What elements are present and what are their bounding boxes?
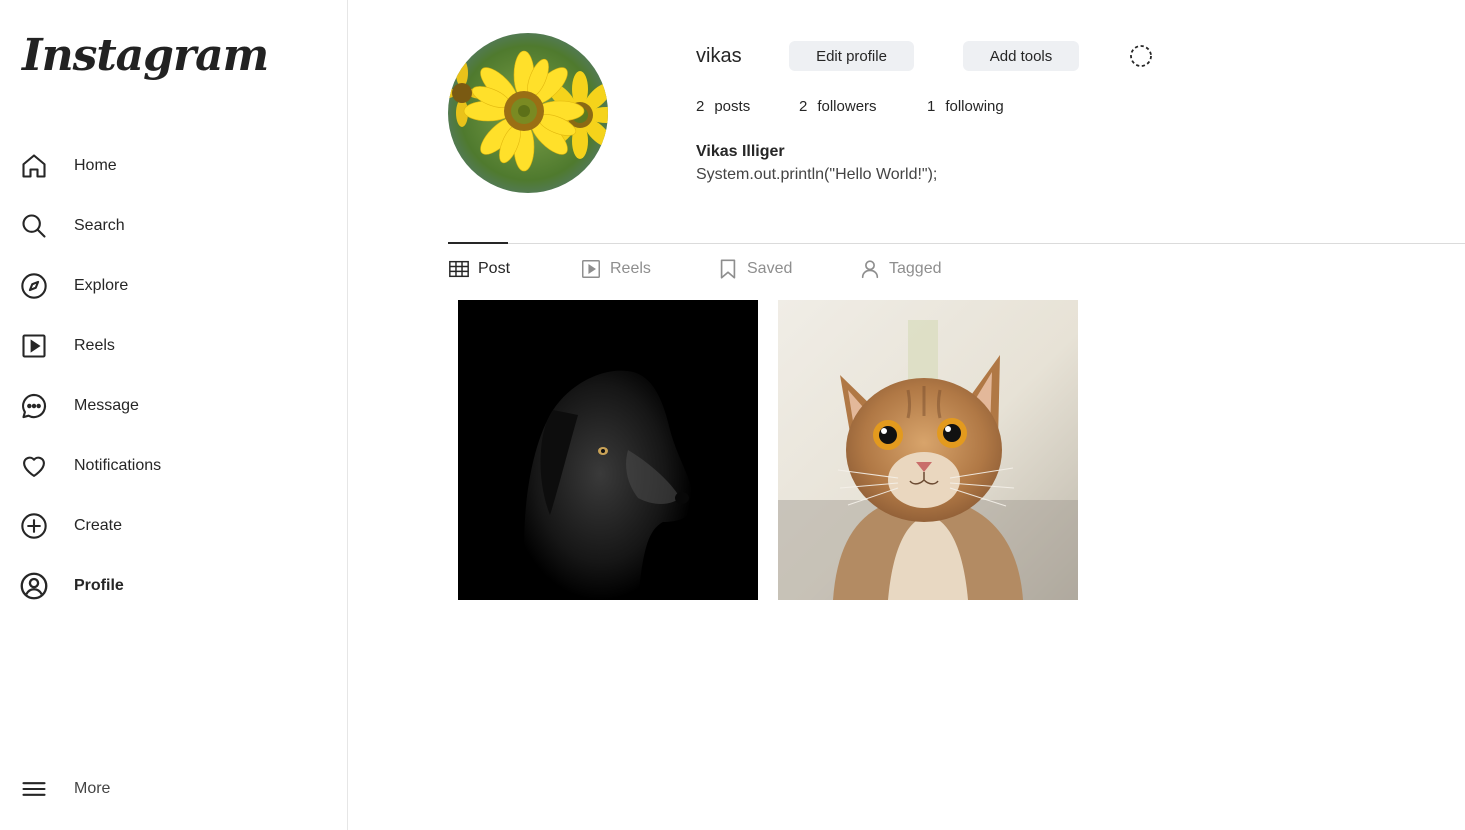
compass-icon: [20, 272, 48, 300]
sidebar-item-label: Home: [74, 157, 117, 174]
sidebar-item-label: Explore: [74, 277, 129, 294]
tab-label: Saved: [747, 260, 793, 277]
sidebar-item-profile[interactable]: Profile: [20, 566, 320, 606]
plus-circle-icon: [20, 512, 48, 540]
tab-reels[interactable]: Reels: [580, 257, 651, 281]
sidebar-item-more[interactable]: More: [20, 769, 320, 809]
sidebar-item-notifications[interactable]: Notifications: [20, 446, 320, 486]
profile-bio: System.out.println("Hello World!");: [696, 166, 938, 183]
search-icon: [20, 212, 48, 240]
sidebar-item-explore[interactable]: Explore: [20, 266, 320, 306]
followers-label: followers: [817, 98, 877, 115]
followers-number: 2: [799, 98, 808, 115]
profile-avatar[interactable]: [448, 33, 608, 193]
bookmark-icon: [720, 259, 736, 279]
tab-label: Reels: [610, 260, 651, 277]
profile-full-name: Vikas Illiger: [696, 143, 785, 160]
heart-icon: [20, 452, 48, 480]
dog-photo-image: [458, 300, 758, 600]
reels-icon: [582, 260, 600, 278]
cat-photo-image: [778, 300, 1078, 600]
posts-label: posts: [714, 98, 751, 115]
tabs-divider: [448, 243, 1465, 244]
sidebar-item-label: More: [74, 780, 111, 797]
sidebar-item-create[interactable]: Create: [20, 506, 320, 546]
tab-label: Tagged: [889, 260, 942, 277]
following-label: following: [945, 98, 1004, 115]
tab-label: Post: [478, 260, 511, 277]
active-tab-indicator: [448, 242, 508, 244]
post-dog[interactable]: [458, 300, 758, 600]
grid-icon: [449, 260, 469, 278]
home-icon: [20, 152, 48, 180]
add-tools-button[interactable]: Add tools: [963, 41, 1079, 71]
reels-icon: [20, 332, 48, 360]
profile-username: vikas: [696, 45, 742, 67]
post-cat[interactable]: [778, 300, 1078, 600]
message-icon: [20, 392, 48, 420]
instagram-logo[interactable]: Instagram: [22, 30, 269, 81]
profile-icon: [20, 572, 48, 600]
sidebar: Instagram Home Search Explore Reels Mess…: [0, 0, 348, 830]
sidebar-item-reels[interactable]: Reels: [20, 326, 320, 366]
menu-icon: [20, 775, 48, 803]
sidebar-item-label: Message: [74, 397, 139, 414]
sidebar-item-label: Notifications: [74, 457, 162, 474]
sidebar-item-label: Search: [74, 217, 125, 234]
tab-tagged[interactable]: Tagged: [859, 257, 942, 281]
edit-profile-button[interactable]: Edit profile: [789, 41, 914, 71]
sunflower-avatar-image: [448, 33, 608, 193]
person-icon: [861, 260, 879, 279]
sidebar-item-label: Create: [74, 517, 123, 534]
sidebar-item-label: Reels: [74, 337, 115, 354]
tab-post[interactable]: Post: [448, 257, 510, 281]
following-number: 1: [927, 98, 936, 115]
followers-count[interactable]: 2 followers: [799, 98, 877, 115]
sidebar-item-message[interactable]: Message: [20, 386, 320, 426]
posts-count: 2 posts: [696, 98, 750, 115]
loading-spinner-icon[interactable]: [1129, 44, 1153, 68]
tab-saved[interactable]: Saved: [717, 257, 792, 281]
sidebar-item-label: Profile: [74, 577, 124, 594]
sidebar-item-home[interactable]: Home: [20, 146, 320, 186]
posts-number: 2: [696, 98, 705, 115]
following-count[interactable]: 1 following: [927, 98, 1004, 115]
sidebar-item-search[interactable]: Search: [20, 206, 320, 246]
